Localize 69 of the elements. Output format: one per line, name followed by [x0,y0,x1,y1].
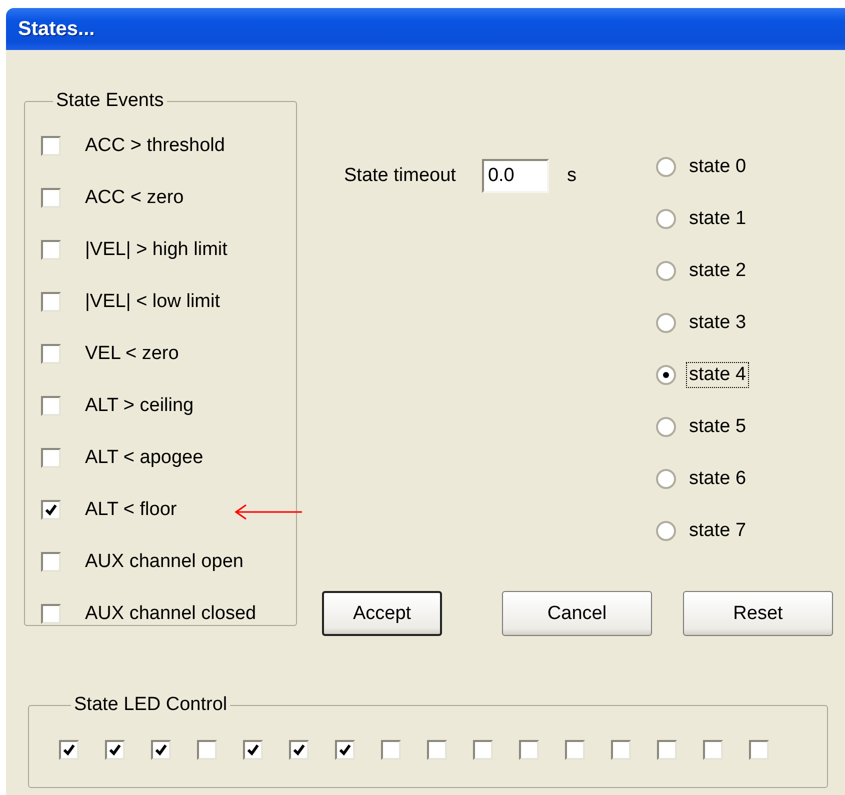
group-label: State Events [55,90,165,112]
checkbox[interactable] [565,740,585,760]
radio-label[interactable]: state 6 [686,466,750,492]
checkbox-label[interactable]: ALT < floor [85,499,177,521]
checkbox[interactable] [41,188,61,208]
checkbox-label[interactable]: ACC < zero [85,187,184,209]
checkbox-label[interactable]: ALT < apogee [85,447,204,469]
check-icon [154,743,168,757]
radio-label[interactable]: state 4 [686,362,750,388]
timeout-label: State timeout [344,165,456,187]
checkbox-label[interactable]: AUX channel open [85,551,244,573]
radio-label[interactable]: state 2 [686,258,750,284]
checkbox[interactable] [335,740,355,760]
checkbox[interactable] [473,740,493,760]
checkbox[interactable] [611,740,631,760]
checkbox[interactable] [243,740,263,760]
radio-button[interactable] [656,261,676,281]
checkbox[interactable] [519,740,539,760]
checkbox[interactable] [41,500,61,520]
check-icon [292,743,306,757]
timeout-field[interactable]: 0.0 [482,159,549,193]
dialog-button[interactable]: Reset [683,591,833,636]
dialog-button[interactable]: Accept [322,591,442,636]
radio-label[interactable]: state 0 [686,154,750,180]
dialog-button[interactable]: Cancel [502,591,652,636]
check-icon [246,743,260,757]
checkbox-label[interactable]: |VEL| < low limit [85,291,220,313]
radio-button[interactable] [656,417,676,437]
unit-label: s [566,165,576,187]
radio-label[interactable]: state 1 [686,206,750,232]
checkbox-label[interactable]: AUX channel closed [85,603,256,625]
radio-button[interactable] [656,521,676,541]
checkbox[interactable] [197,740,217,760]
checkbox[interactable] [41,136,61,156]
radio-label[interactable]: state 5 [686,414,750,440]
checkbox[interactable] [289,740,309,760]
radio-button[interactable] [656,365,676,385]
arrow-icon [234,504,304,520]
radio-button[interactable] [656,313,676,333]
checkbox[interactable] [41,240,61,260]
checkbox[interactable] [41,396,61,416]
checkbox[interactable] [749,740,769,760]
checkbox[interactable] [41,448,61,468]
check-icon [108,743,122,757]
checkbox[interactable] [59,740,79,760]
checkbox[interactable] [151,740,171,760]
checkbox-label[interactable]: |VEL| > high limit [85,239,228,261]
checkbox[interactable] [41,292,61,312]
group-label: State LED Control [73,694,228,716]
checkbox[interactable] [657,740,677,760]
check-icon [62,743,76,757]
checkbox[interactable] [427,740,447,760]
radio-button[interactable] [656,157,676,177]
window-title: States... [18,18,95,40]
checkbox[interactable] [105,740,125,760]
checkbox[interactable] [41,604,61,624]
checkbox-label[interactable]: ACC > threshold [85,135,225,157]
checkbox-label[interactable]: VEL < zero [85,343,179,365]
checkbox-label[interactable]: ALT > ceiling [85,395,194,417]
radio-button[interactable] [656,209,676,229]
radio-button[interactable] [656,469,676,489]
checkbox[interactable] [703,740,723,760]
check-icon [44,503,58,517]
checkbox[interactable] [41,344,61,364]
radio-label[interactable]: state 7 [686,518,750,544]
checkbox[interactable] [381,740,401,760]
radio-label[interactable]: state 3 [686,310,750,336]
check-icon [338,743,352,757]
checkbox[interactable] [41,552,61,572]
